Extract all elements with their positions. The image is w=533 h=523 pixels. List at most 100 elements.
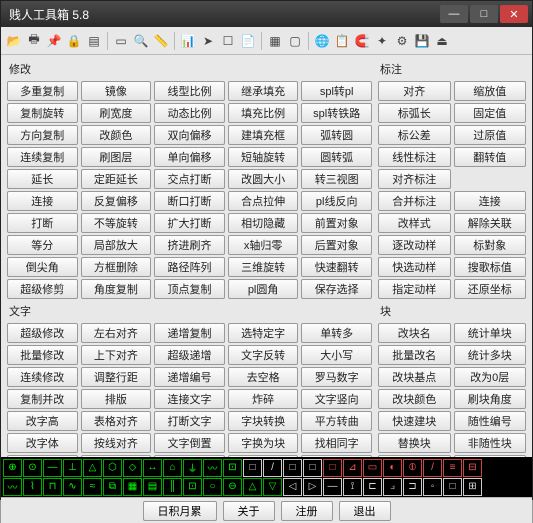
symbol-icon[interactable]: ≈ <box>83 478 102 496</box>
cmd-button[interactable]: 上下对齐 <box>81 345 152 365</box>
cmd-button[interactable]: 找相同字 <box>301 433 372 453</box>
cmd-button[interactable]: 角度复制 <box>81 279 152 299</box>
cmd-button[interactable]: 顶点复制 <box>154 279 225 299</box>
cmd-button[interactable]: 单向偏移 <box>154 147 225 167</box>
cmd-button[interactable]: 延长 <box>7 169 78 189</box>
note-icon[interactable]: 📋 <box>333 32 351 50</box>
symbol-icon[interactable]: ⊟ <box>463 459 482 477</box>
open-icon[interactable]: 📂 <box>5 32 23 50</box>
cmd-button[interactable]: 翻转值 <box>454 147 527 167</box>
cmd-button[interactable]: 打断文字 <box>154 411 225 431</box>
cmd-button[interactable]: 非随性块 <box>454 433 527 453</box>
cmd-button[interactable]: pl圆角 <box>228 279 299 299</box>
cmd-button[interactable]: 搜歌标值 <box>454 257 527 277</box>
cmd-button[interactable]: 合并标注 <box>378 191 451 211</box>
cmd-button[interactable]: 填充比例 <box>228 103 299 123</box>
print-icon[interactable]: 🖶 <box>25 32 43 50</box>
cmd-button[interactable]: 改颜色 <box>81 125 152 145</box>
cmd-button[interactable]: 改块基点 <box>378 367 451 387</box>
close-button[interactable]: ✕ <box>500 5 528 23</box>
cmd-button[interactable]: 线型比例 <box>154 81 225 101</box>
cmd-button[interactable]: 刷图层 <box>81 147 152 167</box>
ruler-icon[interactable]: 📏 <box>152 32 170 50</box>
cmd-button[interactable]: 文字倒置 <box>154 433 225 453</box>
cmd-button[interactable]: 罗马数字 <box>301 367 372 387</box>
cmd-button[interactable]: 复制旋转 <box>7 103 78 123</box>
symbol-icon[interactable]: □ <box>303 459 322 477</box>
symbol-icon[interactable]: □ <box>443 478 462 496</box>
symbol-icon[interactable]: □ <box>243 459 262 477</box>
cmd-button[interactable]: 去空格 <box>228 367 299 387</box>
cmd-button[interactable]: 改块名 <box>378 323 451 343</box>
symbol-icon[interactable]: ▽ <box>263 478 282 496</box>
symbol-icon[interactable]: △ <box>243 478 262 496</box>
grid-icon[interactable]: ▦ <box>266 32 284 50</box>
cmd-button[interactable]: 连续修改 <box>7 367 78 387</box>
cmd-button[interactable]: 前置对象 <box>301 213 372 233</box>
cmd-button[interactable]: 继承填充 <box>228 81 299 101</box>
symbol-icon[interactable]: ⊏ <box>363 478 382 496</box>
symbol-icon[interactable]: ⧉ <box>103 478 122 496</box>
cmd-button[interactable]: pl线反向 <box>301 191 372 211</box>
cmd-button[interactable]: 连接 <box>454 191 527 211</box>
footer-tip-button[interactable]: 日积月累 <box>143 501 217 521</box>
cmd-button[interactable]: 快速翻转 <box>301 257 372 277</box>
footer-register-button[interactable]: 注册 <box>281 501 333 521</box>
cmd-button[interactable]: 表格对齐 <box>81 411 152 431</box>
cmd-button[interactable]: 对齐 <box>378 81 451 101</box>
cmd-button[interactable]: 连接 <box>7 191 78 211</box>
cmd-button[interactable]: 反复偏移 <box>81 191 152 211</box>
cmd-button[interactable]: spl转pl <box>301 81 372 101</box>
footer-exit-button[interactable]: 退出 <box>339 501 391 521</box>
cmd-button[interactable]: 批量修改 <box>7 345 78 365</box>
doc-icon[interactable]: 📄 <box>239 32 257 50</box>
cmd-button[interactable]: 文字反转 <box>228 345 299 365</box>
symbol-icon[interactable]: ⊖ <box>223 478 242 496</box>
disk-icon[interactable]: 💾 <box>413 32 431 50</box>
lock-icon[interactable]: 🔒 <box>65 32 83 50</box>
symbol-icon[interactable]: / <box>423 459 442 477</box>
chart-icon[interactable]: 📊 <box>179 32 197 50</box>
cmd-button[interactable]: 指定动样 <box>378 279 451 299</box>
cmd-button[interactable]: 方框删除 <box>81 257 152 277</box>
symbol-icon[interactable]: ⊙ <box>23 459 42 477</box>
cmd-button[interactable]: 炸碎 <box>228 389 299 409</box>
symbol-icon[interactable]: ⬡ <box>103 459 122 477</box>
symbol-icon[interactable]: ◐ <box>383 459 402 477</box>
symbol-icon[interactable]: ≡ <box>443 459 462 477</box>
symbol-icon[interactable]: ∿ <box>63 478 82 496</box>
cmd-button[interactable]: 定距延长 <box>81 169 152 189</box>
cmd-button[interactable]: 按线对齐 <box>81 433 152 453</box>
cmd-button[interactable]: 超级递增 <box>154 345 225 365</box>
cmd-button[interactable]: 连接文字 <box>154 389 225 409</box>
cmd-button[interactable]: 文字竖向 <box>301 389 372 409</box>
symbol-icon[interactable]: ⊓ <box>43 478 62 496</box>
cmd-button[interactable]: 超级修改 <box>7 323 78 343</box>
cmd-button[interactable]: 快速建块 <box>378 411 451 431</box>
symbol-icon[interactable]: ◇ <box>123 459 142 477</box>
cmd-button[interactable]: 建填充框 <box>228 125 299 145</box>
cmd-button[interactable]: 弧转圆 <box>301 125 372 145</box>
cmd-button[interactable]: 替换块 <box>378 433 451 453</box>
cmd-button[interactable]: 改块颜色 <box>378 389 451 409</box>
pin-icon[interactable]: 📌 <box>45 32 63 50</box>
cmd-button[interactable]: spl转铁路 <box>301 103 372 123</box>
cmd-button[interactable]: 三维旋转 <box>228 257 299 277</box>
cmd-button[interactable]: 交点打断 <box>154 169 225 189</box>
symbol-icon[interactable]: / <box>263 459 282 477</box>
magnet-icon[interactable]: 🧲 <box>353 32 371 50</box>
cmd-button[interactable]: 超级修剪 <box>7 279 78 299</box>
cmd-button[interactable]: 平方转曲 <box>301 411 372 431</box>
cmd-button[interactable]: 挤进刷齐 <box>154 235 225 255</box>
cmd-button[interactable]: 双向偏移 <box>154 125 225 145</box>
symbol-icon[interactable]: — <box>323 478 342 496</box>
box-icon[interactable]: ☐ <box>219 32 237 50</box>
cmd-button[interactable]: 改圆大小 <box>228 169 299 189</box>
cmd-button[interactable]: 等分 <box>7 235 78 255</box>
cmd-button[interactable]: 后置对象 <box>301 235 372 255</box>
arrow-icon[interactable]: ➤ <box>199 32 217 50</box>
symbol-icon[interactable]: △ <box>83 459 102 477</box>
symbol-icon[interactable]: □ <box>323 459 342 477</box>
cmd-button[interactable]: 调整行距 <box>81 367 152 387</box>
cmd-button[interactable]: 字块转换 <box>228 411 299 431</box>
